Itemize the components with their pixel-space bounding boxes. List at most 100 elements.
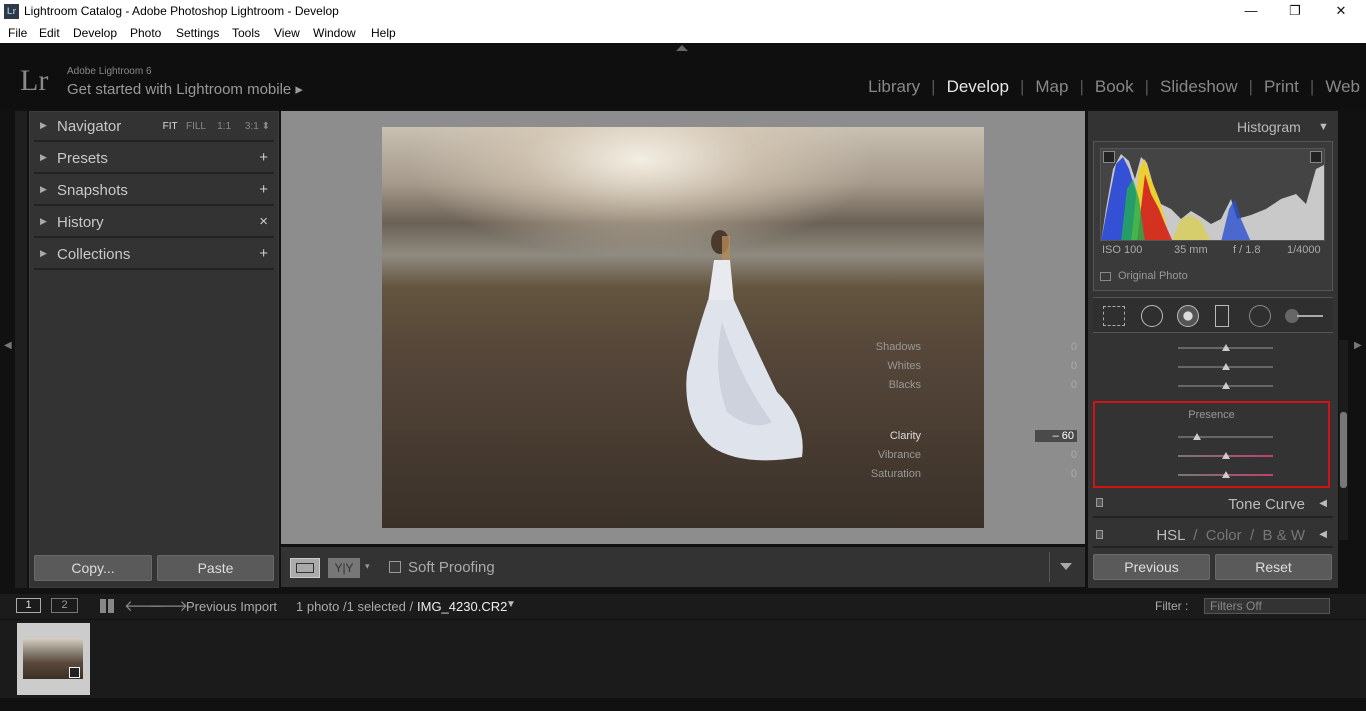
tone-curve-label: Tone Curve <box>1228 496 1305 513</box>
exif-iso: ISO 100 <box>1102 244 1143 256</box>
before-after-icon[interactable]: Y|Y <box>328 558 360 578</box>
mobile-promo-link[interactable]: Get started with Lightroom mobile ▸ <box>67 80 303 98</box>
develop-tool-strip <box>1093 297 1333 333</box>
saturation-thumb[interactable] <box>1221 471 1230 478</box>
source-label[interactable]: Previous Import <box>186 599 277 614</box>
module-develop[interactable]: Develop <box>945 77 1011 97</box>
zoom-3-1[interactable]: 3:1 <box>245 121 259 132</box>
menu-settings[interactable]: Settings <box>176 26 219 40</box>
expand-triangle-icon: ▶ <box>40 184 47 194</box>
before-after-dropdown-icon[interactable]: ▾ <box>365 561 370 572</box>
clarity-thumb[interactable] <box>1193 433 1201 440</box>
radial-filter-icon[interactable] <box>1249 305 1271 327</box>
snapshots-header[interactable]: ▶ Snapshots + <box>34 176 274 206</box>
menu-bar: File Edit Develop Photo Settings Tools V… <box>0 23 1366 43</box>
reset-button[interactable]: Reset <box>1215 554 1332 580</box>
menu-tools[interactable]: Tools <box>232 26 260 40</box>
highlight-clipping-icon[interactable] <box>1310 151 1322 163</box>
expand-triangle-icon: ▶ <box>40 120 47 130</box>
close-window-button[interactable]: ✕ <box>1328 2 1354 20</box>
tab-color[interactable]: Color <box>1206 527 1242 544</box>
adjustment-brush-icon[interactable] <box>1285 307 1325 325</box>
menu-edit[interactable]: Edit <box>39 26 60 40</box>
shadow-clipping-icon[interactable] <box>1103 151 1115 163</box>
minimize-button[interactable]: — <box>1238 2 1264 20</box>
add-preset-icon[interactable]: + <box>259 149 268 166</box>
menu-file[interactable]: File <box>8 26 27 40</box>
filmstrip-thumbnail[interactable] <box>17 623 90 695</box>
collections-label: Collections <box>57 246 131 263</box>
menu-window[interactable]: Window <box>313 26 356 40</box>
original-photo-label: Original Photo <box>1118 270 1188 282</box>
left-panel-toggle-icon[interactable]: ◀ <box>4 340 12 351</box>
navigator-label: Navigator <box>57 118 122 135</box>
expand-triangle-icon: ▶ <box>40 216 47 226</box>
module-library[interactable]: Library <box>866 77 922 97</box>
menu-help[interactable]: Help <box>371 26 396 40</box>
hsl-expand-icon: ◀ <box>1319 529 1327 540</box>
red-eye-icon[interactable] <box>1177 305 1199 327</box>
whites-thumb[interactable] <box>1221 363 1230 370</box>
panel-switch-icon[interactable] <box>1096 498 1103 507</box>
menu-view[interactable]: View <box>274 26 300 40</box>
right-panel-toggle-icon[interactable]: ▶ <box>1354 340 1362 351</box>
tone-curve-header[interactable]: Tone Curve ◀ <box>1093 492 1333 518</box>
exif-focal-length: 35 mm <box>1174 244 1208 256</box>
module-slideshow[interactable]: Slideshow <box>1158 77 1240 97</box>
histogram-graph[interactable] <box>1100 148 1325 241</box>
zoom-fit[interactable]: FIT <box>163 121 178 132</box>
forward-arrow-icon[interactable]: 🡒 <box>148 596 188 615</box>
soft-proofing-label: Soft Proofing <box>408 559 495 576</box>
module-print[interactable]: Print <box>1262 77 1301 97</box>
graduated-filter-icon[interactable] <box>1215 305 1229 327</box>
filename-dropdown-icon[interactable]: ▼ <box>506 599 516 610</box>
blacks-thumb[interactable] <box>1221 382 1230 389</box>
zoom-1-1[interactable]: 1:1 <box>217 121 231 132</box>
navigator-header[interactable]: ▶ Navigator FIT FILL 1:1 3:1 ⬍ <box>34 112 274 142</box>
zoom-options: FIT FILL 1:1 3:1 ⬍ <box>162 121 270 132</box>
zoom-fill[interactable]: FILL <box>186 121 206 132</box>
grid-view-icon[interactable] <box>100 599 114 613</box>
collections-header[interactable]: ▶ Collections + <box>34 240 274 270</box>
paste-button[interactable]: Paste <box>157 555 274 581</box>
left-panel-edge <box>15 111 27 588</box>
add-collection-icon[interactable]: + <box>259 245 268 262</box>
module-map[interactable]: Map <box>1033 77 1070 97</box>
shadows-thumb[interactable] <box>1221 344 1230 351</box>
soft-proofing-checkbox[interactable] <box>389 561 401 573</box>
toolbar-options-chevron-icon[interactable] <box>1060 563 1072 570</box>
image-canvas[interactable] <box>281 111 1085 544</box>
menu-develop[interactable]: Develop <box>73 26 117 40</box>
loupe-view-icon[interactable] <box>290 558 320 578</box>
right-panel-scrollbar-thumb[interactable] <box>1340 412 1347 488</box>
histogram-collapse-icon[interactable]: ▼ <box>1318 121 1329 133</box>
tab-bw[interactable]: B & W <box>1262 527 1305 544</box>
module-web[interactable]: Web <box>1323 77 1362 97</box>
spot-removal-icon[interactable] <box>1141 305 1163 327</box>
presets-header[interactable]: ▶ Presets + <box>34 144 274 174</box>
collapse-top-icon[interactable] <box>676 45 688 51</box>
module-bar <box>0 43 1366 109</box>
screen-2-button[interactable]: 2 <box>51 598 78 613</box>
filename-label[interactable]: IMG_4230.CR2 <box>417 599 507 614</box>
module-book[interactable]: Book <box>1093 77 1136 97</box>
history-header[interactable]: ▶ History × <box>34 208 274 238</box>
add-snapshot-icon[interactable]: + <box>259 181 268 198</box>
panel-switch-icon[interactable] <box>1096 530 1103 539</box>
menu-photo[interactable]: Photo <box>130 26 161 40</box>
original-photo-checkbox[interactable] <box>1100 272 1111 281</box>
snapshots-label: Snapshots <box>57 182 128 199</box>
vibrance-thumb[interactable] <box>1221 452 1230 459</box>
hsl-header[interactable]: HSL / Color / B & W ◀ <box>1093 522 1333 548</box>
clear-history-icon[interactable]: × <box>259 213 268 230</box>
filmstrip <box>0 620 1366 698</box>
tone-curve-expand-icon: ◀ <box>1319 498 1327 509</box>
filter-select[interactable]: Filters Off <box>1204 598 1330 614</box>
screen-1-button[interactable]: 1 <box>16 598 41 613</box>
tab-hsl[interactable]: HSL <box>1156 527 1185 544</box>
restore-button[interactable]: ❐ <box>1282 2 1308 20</box>
copy-button[interactable]: Copy... <box>34 555 152 581</box>
previous-button[interactable]: Previous <box>1093 554 1210 580</box>
crop-tool-icon[interactable] <box>1103 306 1125 326</box>
presence-title: Presence <box>1188 409 1235 421</box>
